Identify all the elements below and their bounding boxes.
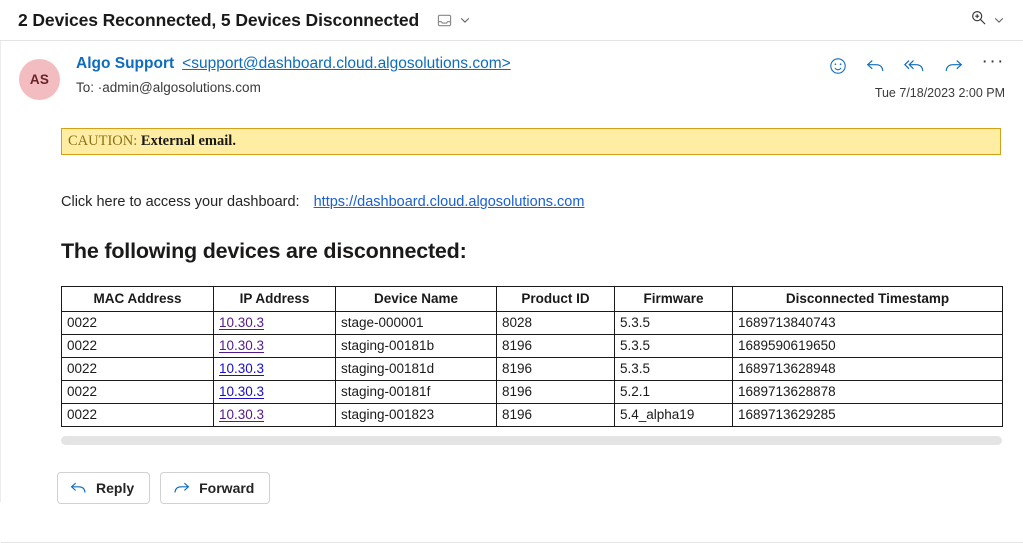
- cell-disconnected-timestamp: 1689713628878: [732, 380, 1003, 405]
- horizontal-scrollbar[interactable]: [61, 436, 1002, 445]
- caution-label: CAUTION:: [68, 133, 138, 149]
- ip-address-link[interactable]: 10.30.3: [219, 361, 297, 376]
- ip-address-link[interactable]: 10.30.3: [219, 384, 297, 399]
- cell-firmware: 5.4_alpha19: [614, 403, 733, 428]
- reply-all-icon[interactable]: [903, 58, 925, 74]
- react-smiley-icon[interactable]: [829, 57, 847, 75]
- ip-address-link[interactable]: 10.30.3: [219, 315, 297, 330]
- table-row: 0022 10.30.3 staging-001823 8196 5.4_alpha19…: [61, 403, 1003, 428]
- disconnected-devices-table: MAC Address IP Address Device Name Produ…: [61, 286, 1003, 428]
- message-body: CAUTION: External email. Click here to a…: [1, 128, 1023, 428]
- to-label: To:: [76, 80, 95, 95]
- table-row: 0022 10.30.3 staging-00181d 8196 5.3.5 168971…: [61, 357, 1003, 382]
- sender-email-link[interactable]: <support@dashboard.cloud.algosolutions.c…: [182, 55, 511, 73]
- page-title: 2 Devices Reconnected, 5 Devices Disconn…: [18, 9, 420, 30]
- column-header-product-id: Product ID: [496, 286, 615, 313]
- cell-disconnected-timestamp: 1689590619650: [732, 334, 1003, 359]
- cell-product-id: 8196: [496, 334, 615, 359]
- column-header-mac-address: MAC Address: [61, 286, 214, 313]
- cell-device-name: staging-001823: [335, 403, 497, 428]
- section-title: The following devices are disconnected:: [61, 239, 467, 264]
- forward-button[interactable]: Forward: [160, 472, 271, 504]
- table-row: 0022 10.30.3 stage-000001 8028 5.3.5 16897138…: [61, 311, 1003, 336]
- message-header: AS Algo Support <support@dashboard.cloud…: [1, 41, 1023, 100]
- dashboard-access-line: Click here to access your dashboard: htt…: [61, 194, 1003, 210]
- ip-address-link[interactable]: 10.30.3: [219, 338, 297, 353]
- forward-arrow-icon: [173, 481, 190, 495]
- subject-header-bar: 2 Devices Reconnected, 5 Devices Disconn…: [0, 0, 1023, 41]
- cell-disconnected-timestamp: 1689713628948: [732, 357, 1003, 382]
- cell-mac-address: 0022: [61, 380, 214, 405]
- message-timestamp: Tue 7/18/2023 2:00 PM: [874, 86, 1005, 100]
- caution-message: External email.: [140, 133, 236, 149]
- column-header-disconnected-timestamp: Disconnected Timestamp: [732, 286, 1003, 313]
- cell-device-name: staging-00181b: [335, 334, 497, 359]
- cell-firmware: 5.3.5: [614, 311, 733, 336]
- zoom-in-icon[interactable]: [970, 9, 987, 31]
- inbox-tray-icon[interactable]: [437, 13, 452, 28]
- cell-device-name: staging-00181f: [335, 380, 497, 405]
- cell-firmware: 5.2.1: [614, 380, 733, 405]
- cell-product-id: 8196: [496, 380, 615, 405]
- recipient-address[interactable]: ·admin@algosolutions.com: [98, 80, 261, 95]
- column-header-firmware: Firmware: [614, 286, 733, 313]
- reply-arrow-icon: [70, 481, 87, 495]
- cell-mac-address: 0022: [61, 357, 214, 382]
- ip-address-link[interactable]: 10.30.3: [219, 407, 297, 422]
- dashboard-url-link[interactable]: https://dashboard.cloud.algosolutions.co…: [314, 194, 585, 210]
- cell-firmware: 5.3.5: [614, 357, 733, 382]
- reply-button[interactable]: Reply: [57, 472, 151, 504]
- cell-product-id: 8028: [496, 311, 615, 336]
- reply-icon[interactable]: [866, 58, 885, 74]
- message-action-icons: ···: [829, 52, 1005, 75]
- table-row: 0022 10.30.3 staging-00181b 8196 5.3.5 168959…: [61, 334, 1003, 359]
- horizontal-scrollbar-thumb[interactable]: [61, 436, 1002, 445]
- dashboard-prompt-text: Click here to access your dashboard:: [61, 194, 300, 211]
- cell-product-id: 8196: [496, 357, 615, 382]
- table-row: 0022 10.30.3 staging-00181f 8196 5.2.1 168971…: [61, 380, 1003, 405]
- cell-ip-address: 10.30.3: [213, 334, 336, 359]
- zoom-control-group[interactable]: [970, 9, 1005, 31]
- cell-ip-address: 10.30.3: [213, 311, 336, 336]
- cell-product-id: 8196: [496, 403, 615, 428]
- cell-mac-address: 0022: [61, 403, 214, 428]
- cell-firmware: 5.3.5: [614, 334, 733, 359]
- reply-button-label: Reply: [96, 480, 135, 496]
- table-header-row: MAC Address IP Address Device Name Produ…: [61, 286, 1003, 313]
- from-line: Algo Support <support@dashboard.cloud.al…: [76, 55, 829, 73]
- forward-icon[interactable]: [944, 58, 963, 74]
- column-header-ip-address: IP Address: [213, 286, 336, 313]
- cell-ip-address: 10.30.3: [213, 380, 336, 405]
- cell-ip-address: 10.30.3: [213, 357, 336, 382]
- cell-disconnected-timestamp: 1689713840743: [732, 311, 1003, 336]
- message-footer-actions: Reply Forward: [57, 472, 271, 504]
- cell-device-name: stage-000001: [335, 311, 497, 336]
- column-header-device-name: Device Name: [335, 286, 497, 313]
- external-email-caution-banner: CAUTION: External email.: [61, 128, 1001, 156]
- message-pane: AS Algo Support <support@dashboard.cloud…: [0, 41, 1023, 543]
- sender-info: Algo Support <support@dashboard.cloud.al…: [76, 55, 829, 100]
- more-options-icon[interactable]: ···: [982, 52, 1005, 71]
- cell-ip-address: 10.30.3: [213, 403, 336, 428]
- subject-icon-group: [437, 13, 471, 28]
- zoom-chevron-down-icon[interactable]: [993, 14, 1005, 26]
- subject-chevron-down-icon[interactable]: [459, 14, 471, 26]
- sender-name[interactable]: Algo Support: [76, 55, 174, 73]
- forward-button-label: Forward: [199, 480, 255, 496]
- cell-disconnected-timestamp: 1689713629285: [732, 403, 1003, 428]
- table-body: 0022 10.30.3 stage-000001 8028 5.3.5 16897138…: [61, 311, 1003, 428]
- avatar: AS: [19, 59, 60, 100]
- table-header: MAC Address IP Address Device Name Produ…: [61, 286, 1003, 313]
- cell-mac-address: 0022: [61, 334, 214, 359]
- recipient-line: To: ·admin@algosolutions.com: [76, 80, 829, 95]
- cell-mac-address: 0022: [61, 311, 214, 336]
- message-actions-area: ··· Tue 7/18/2023 2:00 PM: [829, 52, 1009, 100]
- cell-device-name: staging-00181d: [335, 357, 497, 382]
